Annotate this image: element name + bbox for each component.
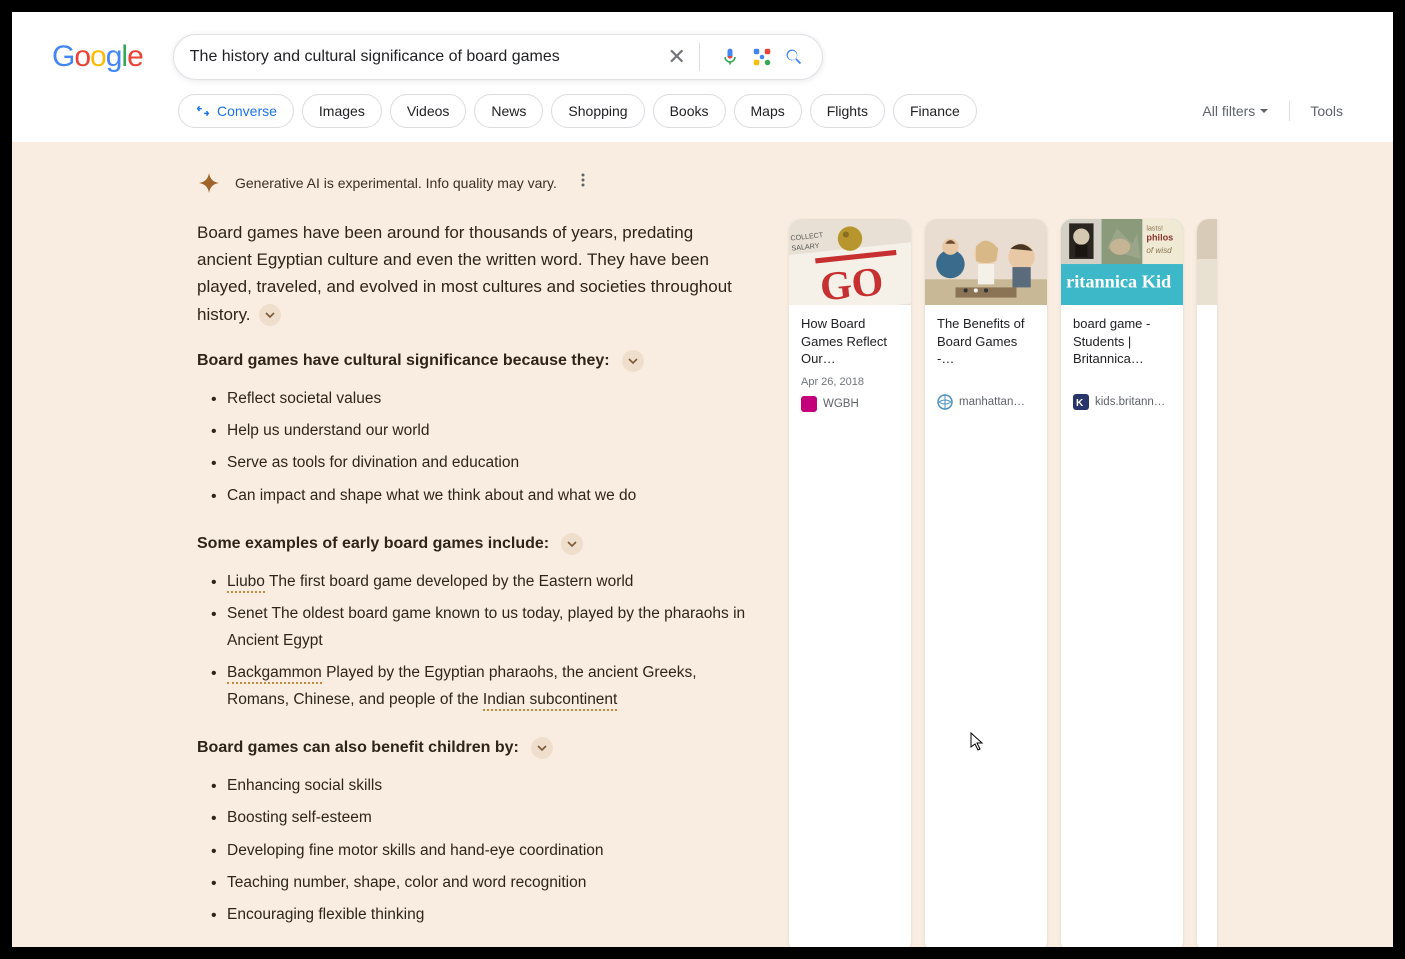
all-filters-label: All filters (1202, 103, 1255, 119)
card-title: How Board Games Reflect Our… (801, 315, 899, 368)
expand-icon[interactable] (561, 533, 583, 555)
expand-icon[interactable] (531, 737, 553, 759)
card-thumbnail: lasts!philos of wisd ritannica Kid (1061, 219, 1183, 305)
card-thumbnail (925, 219, 1047, 305)
term-link[interactable]: Indian subcontinent (483, 691, 617, 711)
expand-icon[interactable] (622, 350, 644, 372)
list-item: Enhancing social skills (211, 773, 749, 799)
card-thumbnail: GOCOLLECTSALARY (789, 219, 911, 305)
chip-images[interactable]: Images (302, 94, 382, 128)
heading-text: Board games have cultural significance b… (197, 352, 610, 370)
ai-disclaimer: Generative AI is experimental. Info qual… (235, 175, 557, 191)
search-icon[interactable] (782, 45, 806, 69)
section-1-heading: Board games have cultural significance b… (197, 350, 749, 372)
list-item: Encouraging flexible thinking (211, 902, 749, 928)
list-item: Reflect societal values (211, 386, 749, 412)
sparkle-icon (197, 171, 221, 195)
tools-button[interactable]: Tools (1310, 103, 1343, 119)
heading-text: Board games can also benefit children by… (197, 739, 519, 757)
list-2: Liubo The first board game developed by … (211, 569, 749, 713)
ai-overview: Generative AI is experimental. Info qual… (12, 142, 1393, 947)
ai-answer: Board games have been around for thousan… (197, 219, 749, 947)
chip-videos[interactable]: Videos (390, 94, 467, 128)
chip-flights[interactable]: Flights (810, 94, 885, 128)
card-source: K kids.britann… (1073, 394, 1171, 410)
chip-news[interactable]: News (474, 94, 543, 128)
card-date: Apr 26, 2018 (801, 376, 899, 388)
list-item: Boosting self-esteem (211, 805, 749, 831)
divider (1289, 101, 1290, 121)
source-card[interactable]: GOCOLLECTSALARY How Board Games Reflect … (789, 219, 911, 947)
svg-text:of wisd: of wisd (1146, 246, 1172, 255)
favicon (801, 396, 817, 412)
list-1: Reflect societal values Help us understa… (211, 386, 749, 509)
card-source: manhattan… (937, 394, 1035, 410)
chip-maps[interactable]: Maps (734, 94, 802, 128)
google-logo[interactable]: Google (52, 40, 143, 74)
list-item: Can impact and shape what we think about… (211, 483, 749, 509)
svg-text:lasts!: lasts! (1146, 224, 1163, 232)
card-source: WGBH (801, 396, 899, 412)
lens-icon[interactable] (750, 45, 774, 69)
divider (699, 43, 700, 71)
list-item: Help us understand our world (211, 418, 749, 444)
search-bar[interactable]: ✕ (173, 34, 823, 80)
svg-text:GO: GO (818, 258, 886, 305)
chip-finance[interactable]: Finance (893, 94, 977, 128)
list-text: The first board game developed by the Ea… (265, 573, 633, 590)
svg-text:ritannica Kid: ritannica Kid (1066, 271, 1171, 291)
favicon (937, 394, 953, 410)
filter-chips: Converse Images Videos News Shopping Boo… (52, 80, 1373, 142)
card-title: The Benefits of Board Games -… (937, 315, 1035, 368)
header: Google ✕ Converse I (12, 12, 1393, 142)
source-card[interactable]: The Benefits of Board Games -… manhattan… (925, 219, 1047, 947)
source-label: manhattan… (959, 396, 1025, 408)
list-item: Backgammon Played by the Egyptian pharao… (211, 660, 749, 713)
favicon: K (1073, 394, 1089, 410)
chip-converse[interactable]: Converse (178, 94, 294, 128)
source-card[interactable]: lasts!philos of wisd ritannica Kid board g… (1061, 219, 1183, 947)
list-item: Developing fine motor skills and hand-ey… (211, 838, 749, 864)
expand-icon[interactable] (259, 304, 281, 326)
card-thumbnail (1197, 219, 1217, 305)
term-link[interactable]: Liubo (227, 573, 265, 593)
chip-shopping[interactable]: Shopping (551, 94, 644, 128)
card-title: board game - Students | Britannica… (1073, 315, 1171, 368)
svg-text:philos: philos (1146, 233, 1173, 243)
source-card-partial[interactable] (1197, 219, 1217, 947)
summary-paragraph: Board games have been around for thousan… (197, 219, 749, 328)
list-item: Liubo The first board game developed by … (211, 569, 749, 595)
term-link[interactable]: Backgammon (227, 664, 322, 684)
all-filters[interactable]: All filters (1202, 103, 1269, 119)
source-cards: GOCOLLECTSALARY How Board Games Reflect … (789, 219, 1217, 947)
heading-text: Some examples of early board games inclu… (197, 535, 549, 553)
clear-icon[interactable]: ✕ (665, 45, 689, 69)
svg-text:K: K (1076, 398, 1084, 409)
list-item: Senet The oldest board game known to us … (211, 601, 749, 654)
chip-books[interactable]: Books (653, 94, 726, 128)
list-3: Enhancing social skills Boosting self-es… (211, 773, 749, 929)
list-item: Serve as tools for divination and educat… (211, 450, 749, 476)
section-2-heading: Some examples of early board games inclu… (197, 533, 749, 555)
source-label: WGBH (823, 398, 859, 410)
list-item: Teaching number, shape, color and word r… (211, 870, 749, 896)
section-3-heading: Board games can also benefit children by… (197, 737, 749, 759)
source-label: kids.britann… (1095, 396, 1165, 408)
more-icon[interactable] (571, 168, 595, 197)
mic-icon[interactable] (718, 45, 742, 69)
chip-label: Converse (217, 103, 277, 119)
search-input[interactable] (190, 48, 657, 66)
